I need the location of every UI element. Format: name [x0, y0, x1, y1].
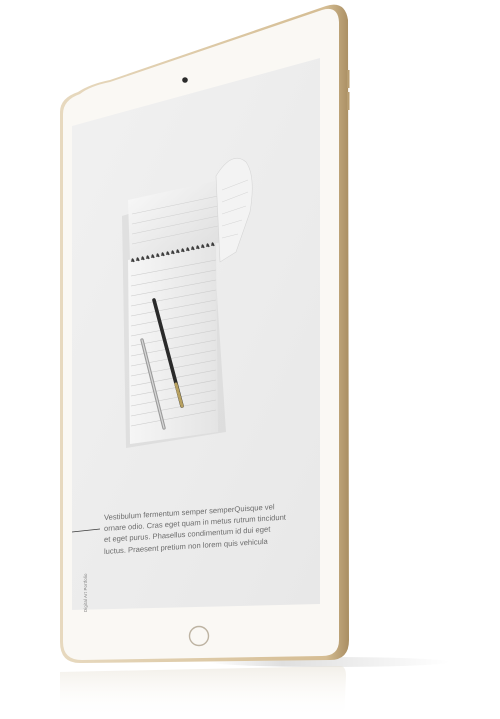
tablet-device [60, 4, 450, 719]
power-button[interactable] [347, 92, 350, 110]
stage: Vestibulum fermentum semper semperQuisqu… [0, 0, 500, 719]
side-caption: Digital Art Portfolio [83, 573, 88, 612]
volume-button[interactable] [347, 70, 350, 88]
device-reflection [60, 666, 346, 719]
front-camera [182, 77, 188, 83]
